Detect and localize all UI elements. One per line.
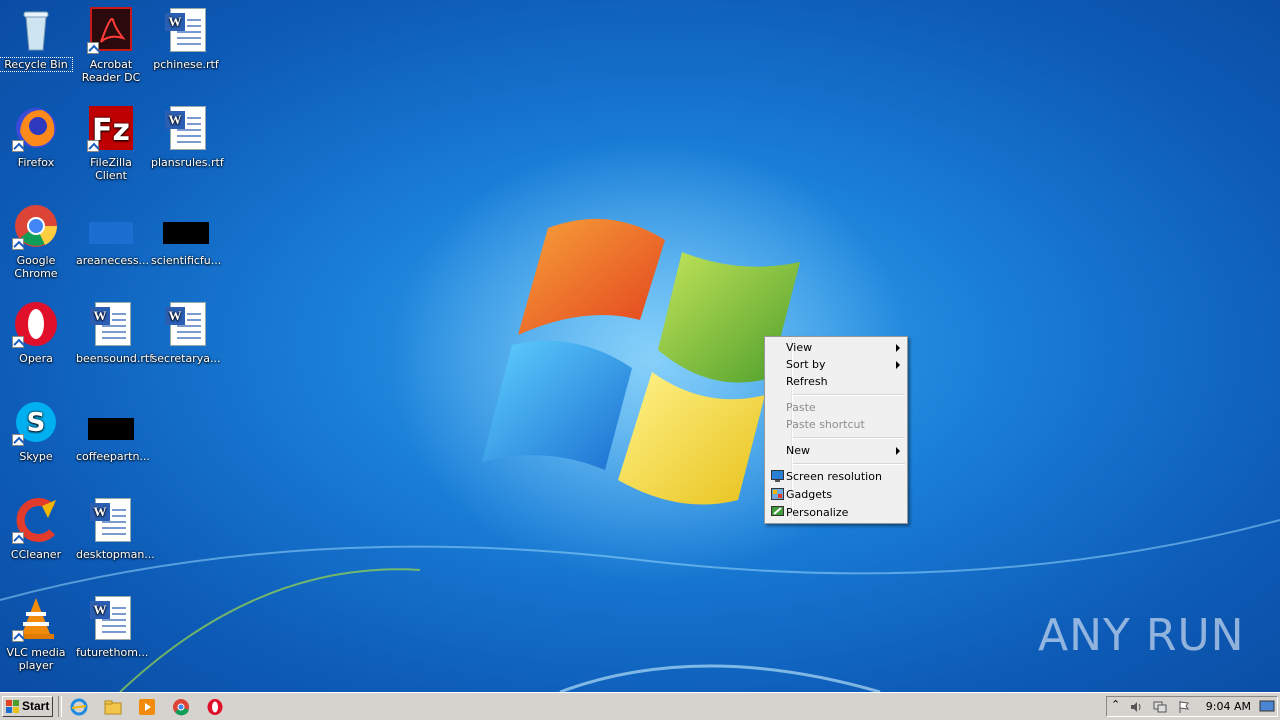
futurethom-file[interactable]: W futurethom... — [75, 594, 148, 659]
menu-item-paste[interactable]: Paste — [767, 399, 905, 416]
plansrules-file[interactable]: W plansrules.rtf — [150, 104, 224, 169]
ccleaner-icon — [12, 496, 60, 544]
volume-icon[interactable] — [1129, 700, 1143, 714]
menu-item-view[interactable]: View — [767, 339, 905, 356]
action-center-flag-icon[interactable] — [1177, 700, 1191, 714]
opera-shortcut[interactable]: Opera — [0, 300, 72, 365]
gadgets-icon — [771, 488, 784, 500]
acrobat-shortcut[interactable]: Acrobat Reader DC — [75, 6, 147, 84]
taskbar: Start ⌃ 9:04 AM — [0, 692, 1280, 720]
start-button[interactable]: Start — [2, 696, 53, 717]
areanecess-file[interactable]: areanecess... — [75, 202, 149, 267]
clock[interactable]: 9:04 AM — [1206, 697, 1251, 716]
opera-icon — [12, 300, 60, 348]
menu-item-personalize[interactable]: Personalize — [767, 504, 905, 521]
word-document-icon: W — [87, 300, 135, 348]
vlc-cone-icon — [12, 594, 60, 642]
explorer-folder-icon[interactable] — [104, 698, 122, 716]
network-icon[interactable] — [1153, 700, 1167, 714]
ccleaner-shortcut[interactable]: CCleaner — [0, 496, 72, 561]
menu-item-paste-shortcut[interactable]: Paste shortcut — [767, 416, 905, 433]
menu-item-refresh[interactable]: Refresh — [767, 373, 905, 390]
menu-separator — [793, 437, 905, 439]
recycle-bin-icon — [12, 6, 60, 54]
monitor-icon — [771, 470, 784, 482]
acrobat-reader-icon — [87, 6, 135, 54]
word-document-icon: W — [162, 300, 210, 348]
desktop-context-menu: View Sort by Refresh Paste Paste shortcu… — [764, 336, 908, 524]
menu-separator — [793, 463, 905, 465]
chrome-icon — [12, 202, 60, 250]
file-icon — [87, 398, 135, 446]
firefox-shortcut[interactable]: Firefox — [0, 104, 72, 169]
vlc-shortcut[interactable]: VLC media player — [0, 594, 72, 672]
word-document-icon: W — [87, 496, 135, 544]
filezilla-icon: Fz — [87, 104, 135, 152]
menu-item-gadgets[interactable]: Gadgets — [767, 486, 905, 503]
beensound-file[interactable]: W beensound.rtf — [75, 300, 153, 365]
word-document-icon: W — [87, 594, 135, 642]
skype-shortcut[interactable]: S Skype — [0, 398, 72, 463]
chrome-shortcut[interactable]: Google Chrome — [0, 202, 72, 280]
recycle-bin-shortcut[interactable]: Recycle Bin — [0, 6, 73, 72]
desktopman-file[interactable]: W desktopman... — [75, 496, 155, 561]
anyrun-watermark: ANY RUN — [1038, 610, 1245, 661]
opera-icon[interactable] — [206, 698, 224, 716]
coffeepartn-file[interactable]: coffeepartn... — [75, 398, 150, 463]
media-player-icon[interactable] — [138, 698, 156, 716]
firefox-icon — [12, 104, 60, 152]
menu-item-screen-resolution[interactable]: Screen resolution — [767, 468, 905, 485]
menu-item-new[interactable]: New — [767, 442, 905, 459]
file-icon — [87, 202, 135, 250]
word-document-icon: W — [162, 104, 210, 152]
submenu-arrow-icon — [896, 344, 900, 352]
scientificfu-file[interactable]: scientificfu... — [150, 202, 222, 267]
internet-explorer-icon[interactable] — [70, 698, 88, 716]
menu-item-sort-by[interactable]: Sort by — [767, 356, 905, 373]
secretarya-file[interactable]: W secretarya... — [150, 300, 222, 365]
system-tray: ⌃ 9:04 AM — [1106, 696, 1278, 717]
windows-logo-icon — [6, 700, 19, 713]
submenu-arrow-icon — [896, 361, 900, 369]
svg-text:S: S — [27, 408, 46, 438]
chrome-icon[interactable] — [172, 698, 190, 716]
submenu-arrow-icon — [896, 447, 900, 455]
file-icon — [162, 202, 210, 250]
show-desktop-icon[interactable] — [1259, 699, 1275, 713]
show-hidden-icons-icon[interactable]: ⌃ — [1111, 698, 1120, 711]
menu-separator — [793, 394, 905, 396]
personalize-icon — [771, 506, 784, 516]
filezilla-shortcut[interactable]: Fz FileZilla Client — [75, 104, 147, 182]
skype-icon: S — [12, 398, 60, 446]
word-document-icon: W — [162, 6, 210, 54]
pchinese-file[interactable]: W pchinese.rtf — [150, 6, 222, 71]
